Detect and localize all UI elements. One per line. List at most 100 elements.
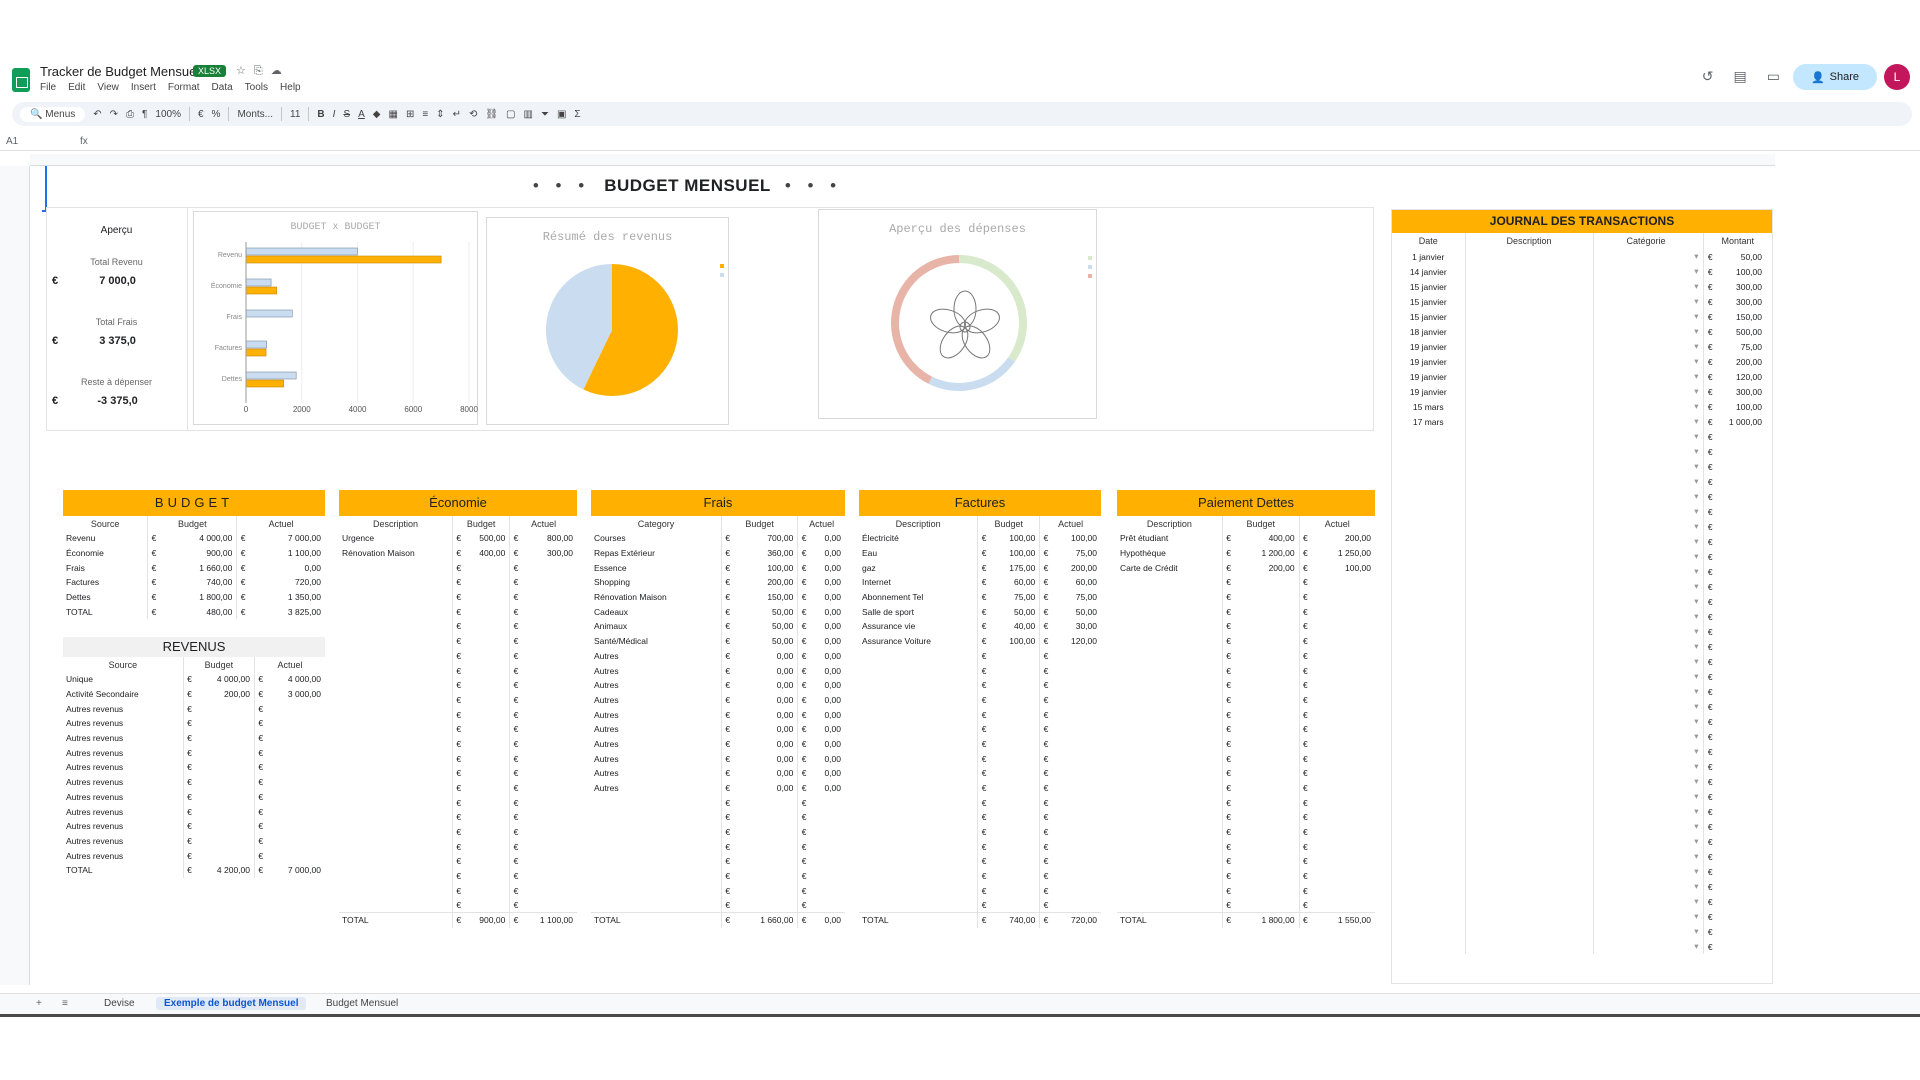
table-row[interactable]: € € xyxy=(1117,868,1375,884)
actual-cell[interactable] xyxy=(1052,810,1101,825)
description-cell[interactable] xyxy=(1465,534,1594,549)
amount-cell[interactable] xyxy=(1717,714,1772,729)
table-row[interactable]: Eau €100,00 €75,00 xyxy=(859,545,1101,561)
name-cell[interactable]: Rénovation Maison xyxy=(339,545,453,561)
income-pie-chart[interactable]: Résumé des revenus xyxy=(486,217,729,425)
name-cell[interactable] xyxy=(1117,824,1223,840)
table-row[interactable]: € € xyxy=(859,692,1101,708)
name-cell[interactable] xyxy=(1117,707,1223,722)
table-row[interactable]: € € xyxy=(1117,839,1375,855)
name-cell[interactable] xyxy=(859,854,979,869)
name-cell[interactable]: TOTAL xyxy=(63,862,184,878)
actual-cell[interactable]: 200,00 xyxy=(1311,531,1375,546)
category-dropdown[interactable]: ▾ xyxy=(1593,474,1704,489)
amount-cell[interactable] xyxy=(1717,729,1772,744)
menu-item[interactable]: View xyxy=(97,82,119,93)
budget-cell[interactable] xyxy=(195,745,256,761)
name-cell[interactable] xyxy=(1117,751,1223,766)
budget-cell[interactable]: 480,00 xyxy=(159,604,238,620)
budget-cell[interactable] xyxy=(989,839,1041,855)
budget-cell[interactable]: 1 200,00 xyxy=(1234,545,1300,561)
name-cell[interactable]: TOTAL xyxy=(63,604,149,620)
rotate-icon[interactable]: ⟲ xyxy=(469,109,477,120)
actual-cell[interactable] xyxy=(1311,839,1375,854)
name-cell[interactable]: Eau xyxy=(859,545,979,561)
name-cell[interactable] xyxy=(1117,604,1223,620)
table-row[interactable]: € € xyxy=(339,751,577,766)
budget-cell[interactable] xyxy=(464,633,511,649)
name-cell[interactable] xyxy=(339,707,453,722)
budget-cell[interactable]: 400,00 xyxy=(464,545,511,561)
name-cell[interactable] xyxy=(339,868,453,884)
description-cell[interactable] xyxy=(1465,309,1594,324)
actual-cell[interactable] xyxy=(1311,781,1375,796)
date-cell[interactable] xyxy=(1392,909,1466,924)
budget-cell[interactable] xyxy=(464,575,511,590)
budget-cell[interactable] xyxy=(464,560,511,576)
date-cell[interactable]: 19 janvier xyxy=(1392,384,1466,399)
amount-cell[interactable]: 300,00 xyxy=(1717,384,1772,399)
category-dropdown[interactable]: ▾ xyxy=(1593,894,1704,909)
name-cell[interactable] xyxy=(591,810,722,825)
all-sheets-icon[interactable]: ≡ xyxy=(62,998,68,1009)
name-cell[interactable] xyxy=(339,839,453,855)
font-size-input[interactable]: 11 xyxy=(290,109,300,120)
amount-cell[interactable] xyxy=(1717,534,1772,549)
budget-cell[interactable] xyxy=(989,677,1041,693)
actual-cell[interactable]: 100,00 xyxy=(1311,560,1375,575)
merge-icon[interactable]: ⊞ xyxy=(406,109,414,120)
actual-cell[interactable] xyxy=(267,834,326,849)
table-row[interactable]: Autres revenus € € xyxy=(63,701,325,717)
name-cell[interactable]: Autres revenus xyxy=(63,745,184,761)
category-dropdown[interactable]: ▾ xyxy=(1593,579,1704,594)
budget-cell[interactable]: 1 660,00 xyxy=(159,560,238,576)
table-row[interactable]: Animaux €50,00 €0,00 xyxy=(591,619,845,634)
table-row[interactable]: ▾ € xyxy=(1392,504,1772,519)
name-cell[interactable]: Cadeaux xyxy=(591,604,722,620)
budget-cell[interactable]: 50,00 xyxy=(733,604,799,620)
table-row[interactable]: € € xyxy=(339,648,577,664)
budget-cell[interactable] xyxy=(464,883,511,899)
name-cell[interactable] xyxy=(859,898,979,913)
budget-cell[interactable] xyxy=(464,898,511,913)
amount-cell[interactable]: 1 000,00 xyxy=(1717,414,1772,429)
budget-cell[interactable] xyxy=(733,854,799,869)
category-dropdown[interactable]: ▾ xyxy=(1593,459,1704,474)
budget-cell[interactable] xyxy=(1234,589,1300,605)
name-cell[interactable] xyxy=(1117,619,1223,634)
actual-cell[interactable] xyxy=(1052,869,1101,884)
table-row[interactable]: ▾ € xyxy=(1392,549,1772,564)
name-cell[interactable] xyxy=(1117,692,1223,708)
description-cell[interactable] xyxy=(1465,444,1594,459)
budget-cell[interactable]: 4 000,00 xyxy=(159,531,238,546)
name-cell[interactable]: Repas Extérieur xyxy=(591,545,722,561)
table-row[interactable]: € € xyxy=(339,663,577,678)
table-row[interactable]: gaz €175,00 €200,00 xyxy=(859,560,1101,576)
category-dropdown[interactable]: ▾ xyxy=(1593,909,1704,924)
budget-cell[interactable] xyxy=(464,766,511,781)
amount-cell[interactable] xyxy=(1717,654,1772,669)
table-row[interactable]: Revenu €4 000,00 €7 000,00 xyxy=(63,531,325,546)
date-cell[interactable] xyxy=(1392,639,1466,654)
category-dropdown[interactable]: ▾ xyxy=(1593,684,1704,699)
actual-cell[interactable] xyxy=(522,722,577,737)
name-cell[interactable]: Frais xyxy=(63,560,149,576)
amount-cell[interactable] xyxy=(1717,429,1772,444)
name-cell[interactable]: Autres xyxy=(591,663,722,678)
amount-cell[interactable]: 50,00 xyxy=(1717,249,1772,264)
actual-cell[interactable]: 7 000,00 xyxy=(249,531,325,546)
name-cell[interactable]: Internet xyxy=(859,575,979,590)
actual-cell[interactable] xyxy=(1052,751,1101,766)
date-cell[interactable] xyxy=(1392,489,1466,504)
name-cell[interactable] xyxy=(1117,854,1223,869)
actual-cell[interactable] xyxy=(810,898,845,913)
table-row[interactable]: ▾ € xyxy=(1392,579,1772,594)
table-row[interactable]: € € xyxy=(859,736,1101,752)
name-cell[interactable]: Autres xyxy=(591,648,722,664)
name-cell[interactable] xyxy=(1117,898,1223,913)
amount-cell[interactable] xyxy=(1717,474,1772,489)
budget-cell[interactable] xyxy=(733,795,799,811)
table-row[interactable]: Activité Secondaire €200,00 €3 000,00 xyxy=(63,686,325,702)
date-cell[interactable]: 17 mars xyxy=(1392,414,1466,429)
actual-cell[interactable] xyxy=(1311,795,1375,810)
